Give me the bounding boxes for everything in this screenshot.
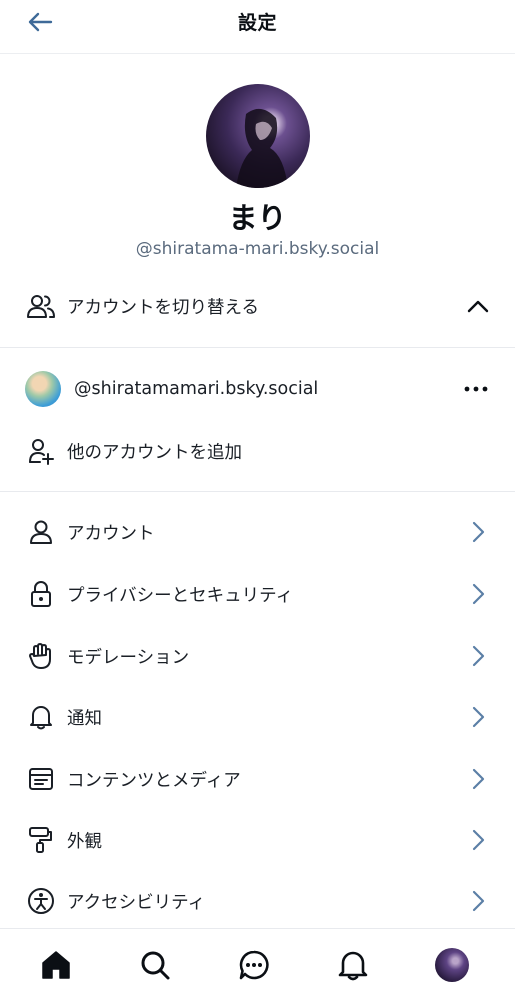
accessibility-icon — [26, 886, 56, 916]
person-icon — [26, 517, 56, 547]
account-item[interactable]: @shiratamamari.bsky.social — [0, 369, 515, 409]
menu-item-moderation[interactable]: モデレーション — [0, 636, 515, 676]
chevron-right-icon — [465, 827, 491, 853]
menu-item-account[interactable]: アカウント — [0, 512, 515, 552]
chevron-right-icon — [465, 766, 491, 792]
profile-section: まり @shiratama-mari.bsky.social — [0, 84, 515, 260]
account-handle: @shiratamamari.bsky.social — [74, 379, 319, 399]
divider — [0, 491, 515, 492]
switch-account-label: アカウントを切り替える — [67, 297, 259, 318]
person-add-icon — [26, 436, 56, 466]
tab-chat[interactable] — [234, 945, 274, 985]
switch-account-toggle[interactable]: アカウントを切り替える — [0, 286, 515, 326]
menu-item-label: アクセシビリティ — [67, 892, 206, 913]
menu-item-label: コンテンツとメディア — [67, 770, 241, 791]
menu-item-notifications[interactable]: 通知 — [0, 697, 515, 737]
chevron-right-icon — [465, 643, 491, 669]
lock-icon — [26, 579, 56, 609]
menu-item-appearance[interactable]: 外観 — [0, 820, 515, 860]
menu-item-label: 通知 — [67, 708, 102, 729]
chevron-right-icon — [465, 581, 491, 607]
display-name: まり — [228, 201, 287, 235]
menu-item-label: プライバシーとセキュリティ — [67, 585, 294, 606]
divider — [0, 347, 515, 348]
people-icon — [26, 291, 56, 321]
menu-item-content-media[interactable]: コンテンツとメディア — [0, 759, 515, 799]
bell-icon — [26, 702, 56, 732]
account-avatar — [25, 371, 61, 407]
chevron-right-icon — [465, 704, 491, 730]
menu-item-label: モデレーション — [67, 647, 190, 668]
tab-profile[interactable] — [432, 945, 472, 985]
tab-home[interactable] — [36, 945, 76, 985]
chevron-right-icon — [465, 888, 491, 914]
chevron-up-icon — [465, 293, 491, 319]
search-icon — [141, 951, 170, 980]
menu-item-privacy-security[interactable]: プライバシーとセキュリティ — [0, 574, 515, 614]
hand-icon — [26, 641, 56, 671]
header: 設定 — [0, 0, 515, 54]
chevron-right-icon — [465, 519, 491, 545]
menu-item-accessibility[interactable]: アクセシビリティ — [0, 881, 515, 921]
bell-icon — [338, 951, 368, 981]
menu-item-label: 外観 — [67, 831, 102, 852]
more-options-icon[interactable] — [463, 376, 489, 402]
page-title: 設定 — [237, 12, 277, 34]
tab-notifications[interactable] — [333, 945, 373, 985]
tab-search[interactable] — [135, 945, 175, 985]
window-icon — [26, 764, 56, 794]
home-icon — [42, 951, 70, 979]
add-account-label: 他のアカウントを追加 — [67, 442, 242, 463]
profile-handle: @shiratama-mari.bsky.social — [135, 239, 380, 259]
bottom-tab-bar — [0, 928, 515, 1000]
add-account-button[interactable]: 他のアカウントを追加 — [0, 431, 515, 471]
profile-avatar — [435, 948, 469, 982]
avatar[interactable] — [205, 84, 310, 188]
paint-roller-icon — [26, 825, 56, 855]
menu-item-label: アカウント — [67, 523, 155, 544]
chat-icon — [239, 950, 269, 980]
